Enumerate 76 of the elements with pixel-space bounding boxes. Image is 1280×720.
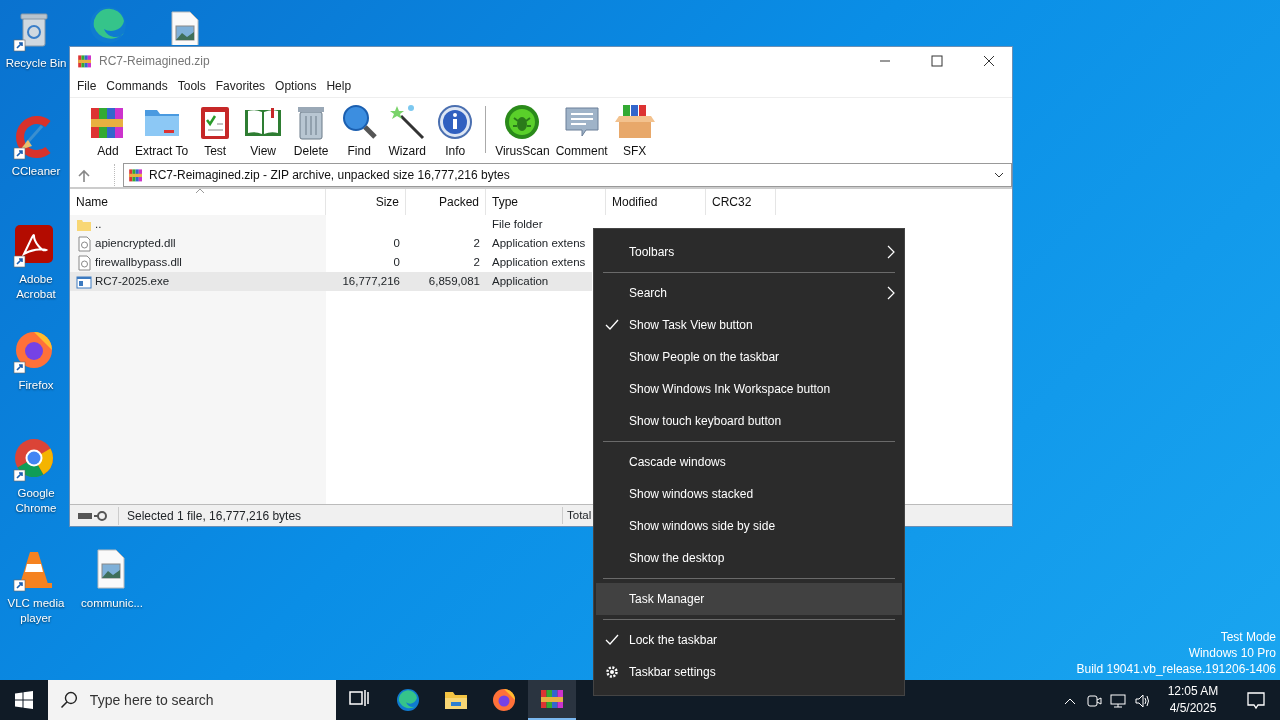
- toolbar-button[interactable]: Wizard: [383, 100, 432, 163]
- gear-file-icon: [76, 235, 92, 252]
- search-icon: [60, 691, 78, 709]
- toolbar-button[interactable]: Extract To: [132, 100, 192, 163]
- menu-item[interactable]: Show Task View button: [596, 309, 902, 341]
- menu-item[interactable]: Show the desktop: [596, 542, 902, 574]
- clock-time: 12:05 AM: [1166, 683, 1220, 700]
- desktop-icon-label[interactable]: VLC media player: [0, 596, 72, 626]
- menu-item[interactable]: Search: [596, 277, 902, 309]
- file-name: ..: [95, 216, 102, 232]
- window-icon: [76, 273, 92, 290]
- desktop-icon-label[interactable]: communic...: [81, 596, 143, 611]
- file-name: apiencrypted.dll: [95, 235, 176, 251]
- close-icon: [983, 55, 995, 67]
- menu-item[interactable]: Options: [270, 77, 322, 95]
- system-info-text: Test Mode: [1219, 629, 1276, 645]
- menu-item[interactable]: Help: [321, 77, 357, 95]
- status-text: Selected 1 file, 16,777,216 bytes: [118, 506, 562, 525]
- file-type: Application: [492, 274, 549, 287]
- toolbar-button[interactable]: Info: [431, 100, 480, 163]
- toolbar-button[interactable]: Delete: [287, 100, 336, 163]
- packed-size: 2: [473, 236, 480, 249]
- file-name: firewallbypass.dll: [95, 254, 182, 270]
- desktop-icon-label[interactable]: Google Chrome: [0, 486, 72, 516]
- toolbar-button[interactable]: Test: [191, 100, 240, 163]
- desktop-icon-label[interactable]: Recycle Bin: [5, 56, 67, 71]
- toolbar-button[interactable]: Comment: [552, 100, 611, 163]
- system-info-text: Windows 10 Pro: [1187, 645, 1276, 661]
- menu-item[interactable]: Show Windows Ink Workspace button: [596, 373, 902, 405]
- packed-size: 6,859,081: [428, 274, 480, 287]
- packed-size: 2: [473, 255, 480, 268]
- menu-item[interactable]: Tools: [172, 77, 211, 95]
- file-size: 0: [393, 255, 400, 268]
- books-icon: [128, 167, 144, 183]
- toolbar-button[interactable]: Add: [84, 100, 132, 163]
- toolbar-button[interactable]: View: [239, 100, 288, 163]
- system-info-text: Build 19041.vb_release.191206-1406: [1076, 661, 1276, 677]
- clock[interactable]: 12:05 AM 4/5/2025: [1162, 683, 1224, 717]
- toolbar-button[interactable]: VirusScan: [492, 100, 553, 163]
- address-field[interactable]: RC7-Reimagined.zip - ZIP archive, unpacked size 16,777,216 bytes: [123, 163, 1012, 187]
- menu-item[interactable]: Taskbar settings: [596, 656, 902, 688]
- file-row[interactable]: .. File folder: [70, 215, 592, 234]
- menu-item[interactable]: Lock the taskbar: [596, 624, 902, 656]
- file-type: Application extens: [492, 236, 586, 249]
- file-row[interactable]: apiencrypted.dll 0 2 Application extens: [70, 234, 592, 253]
- menu-item[interactable]: Task Manager: [596, 583, 902, 615]
- menu-item[interactable]: Favorites: [210, 77, 271, 95]
- menu-item[interactable]: Toolbars: [596, 236, 902, 268]
- books-icon: [540, 687, 564, 711]
- menu-item[interactable]: Commands: [101, 77, 173, 95]
- file-name: RC7-2025.exe: [95, 273, 170, 289]
- app-icon: [77, 53, 93, 69]
- desktop-icon-label[interactable]: Firefox: [18, 378, 54, 393]
- desktop-icon-label[interactable]: Adobe Acrobat: [0, 272, 72, 302]
- menu-item[interactable]: Show touch keyboard button: [596, 405, 902, 437]
- clock-date: 4/5/2025: [1168, 700, 1218, 717]
- file-size: 16,777,216: [342, 274, 400, 287]
- menu-item[interactable]: Show People on the taskbar: [596, 341, 902, 373]
- window-title: RC7-Reimagined.zip: [99, 53, 210, 70]
- desktop-icon-label[interactable]: CCleaner: [11, 164, 61, 179]
- menu-item[interactable]: File: [72, 77, 102, 95]
- start-icon: [15, 691, 33, 709]
- taskbar-app[interactable]: [528, 680, 576, 720]
- file-row[interactable]: firewallbypass.dll 0 2 Application extens: [70, 253, 592, 272]
- file-size: 0: [393, 236, 400, 249]
- toolbar-button[interactable]: SFX: [610, 100, 659, 163]
- toolbar-button[interactable]: Find: [335, 100, 384, 163]
- settings-icon: [605, 665, 619, 679]
- menu-item[interactable]: Cascade windows: [596, 446, 902, 478]
- file-type: Application extens: [492, 255, 586, 268]
- maximize-icon: [931, 55, 943, 67]
- swirl-icon: [396, 688, 420, 712]
- file-type: File folder: [492, 217, 543, 230]
- app-icon: [492, 688, 516, 712]
- gear-file-icon: [76, 254, 92, 271]
- file-row[interactable]: RC7-2025.exe 16,777,216 6,859,081 Application: [70, 272, 592, 291]
